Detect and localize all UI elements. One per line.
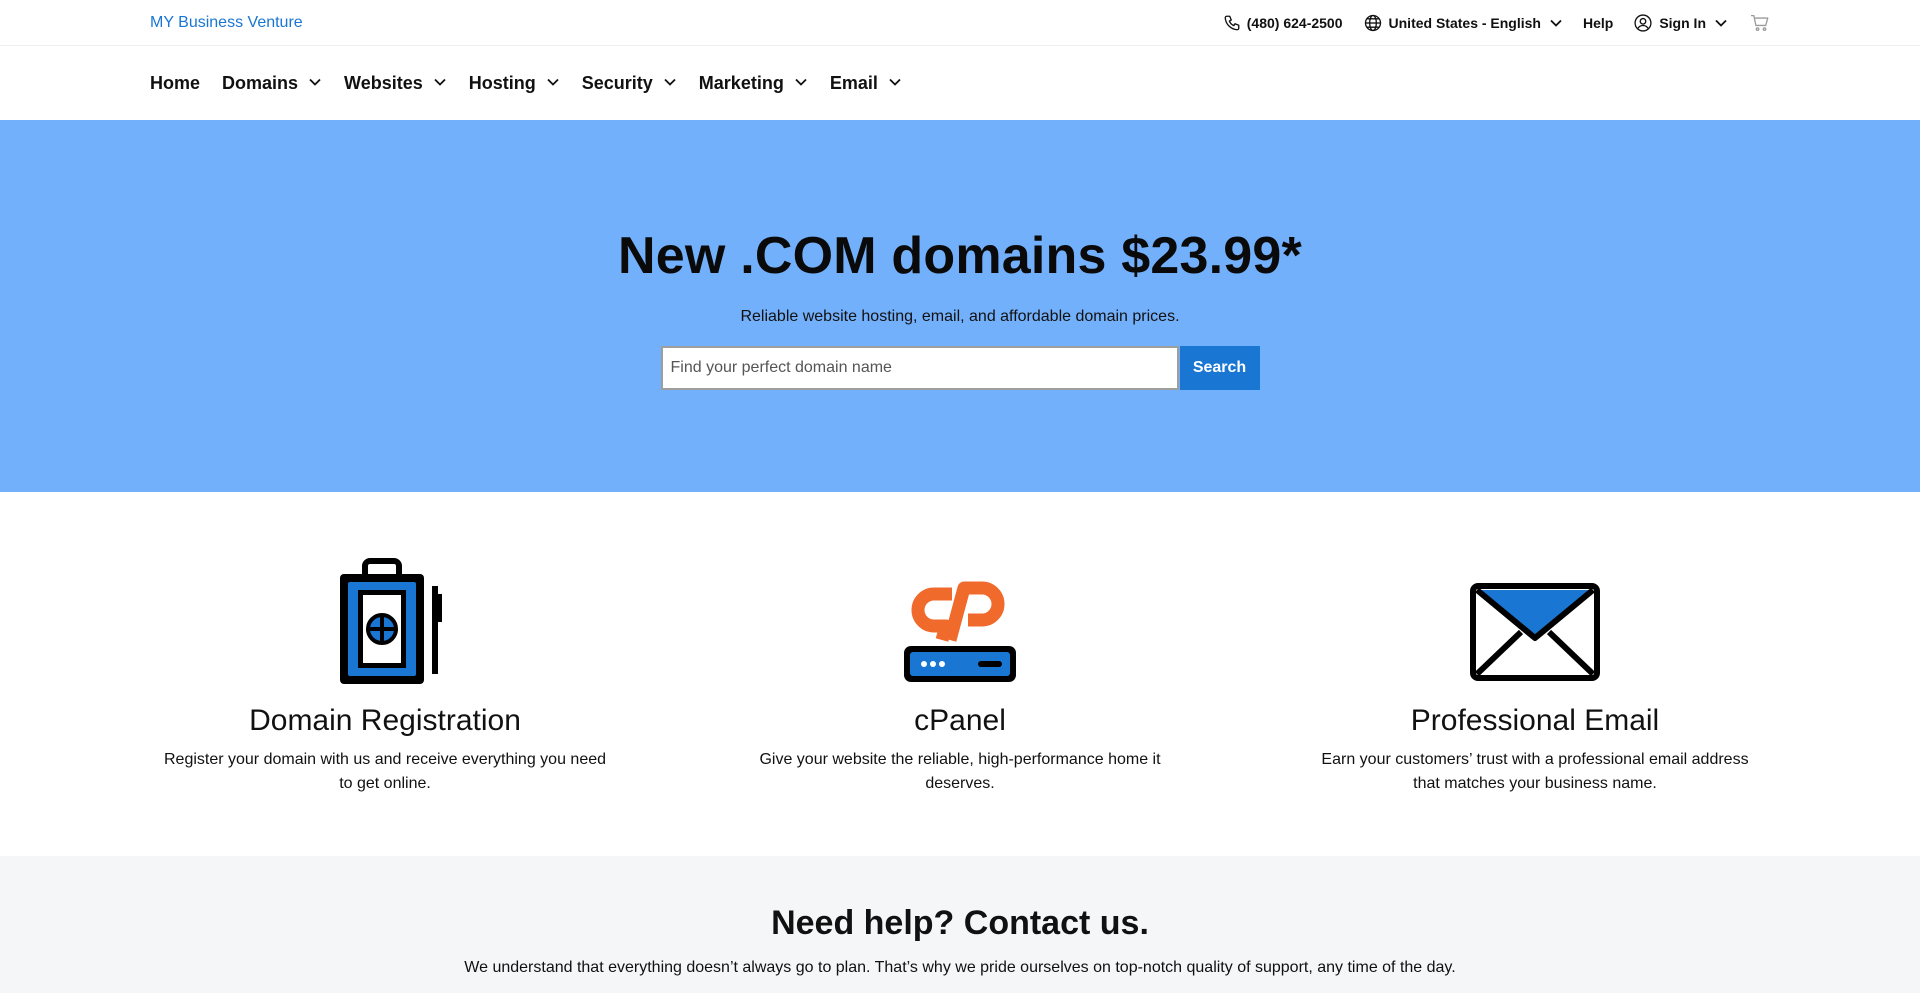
nav-item-label: Hosting <box>468 72 536 93</box>
feature-professional-email: Professional Email Earn your customers’ … <box>1300 492 1770 856</box>
locale-label: United States - English <box>1388 14 1541 31</box>
nav-item-websites[interactable]: Websites <box>344 73 447 94</box>
help-title: Need help? Contact us. <box>771 904 1149 942</box>
domain-search-input[interactable] <box>660 346 1179 390</box>
feature-cpanel: cPanel Give your website the reliable, h… <box>725 492 1195 856</box>
help-section: Need help? Contact us. We understand tha… <box>0 856 1920 993</box>
feature-domain-registration: Domain Registration Register your domain… <box>150 492 620 856</box>
feature-description: Earn your customers’ trust with a profes… <box>1321 751 1749 792</box>
cart-icon <box>1750 14 1770 32</box>
feature-title: cPanel <box>914 704 1006 737</box>
feature-description: Give your website the reliable, high-per… <box>759 751 1161 792</box>
cart-button[interactable] <box>1750 14 1770 32</box>
nav-item-label: Websites <box>344 72 423 93</box>
help-link[interactable]: Help <box>1583 15 1613 31</box>
brand-logo-link[interactable]: MY Business Venture <box>150 14 303 32</box>
main-nav: Home Domains Websites Hosting Security M… <box>0 46 1920 120</box>
utility-bar: MY Business Venture (480) 624-2500 Unite… <box>0 0 1920 46</box>
sign-in-label: Sign In <box>1659 14 1706 31</box>
nav-item-label: Home <box>150 72 201 93</box>
hero-subtitle: Reliable website hosting, email, and aff… <box>740 308 1180 325</box>
nav-item-marketing[interactable]: Marketing <box>699 73 808 94</box>
help-text: We understand that everything doesn’t al… <box>464 959 1456 976</box>
phone-number: (480) 624-2500 <box>1246 14 1343 31</box>
globe-icon <box>1363 13 1383 33</box>
feature-description: Register your domain with us and receive… <box>163 751 607 792</box>
domain-search-form: Search <box>660 346 1260 390</box>
nav-item-email[interactable]: Email <box>830 73 902 94</box>
nav-item-hosting[interactable]: Hosting <box>469 73 560 94</box>
cpanel-icon <box>900 556 1020 686</box>
chevron-down-icon <box>308 73 322 94</box>
utility-links: (480) 624-2500 United States - English H… <box>1203 13 1770 33</box>
chevron-down-icon <box>888 73 902 94</box>
phone-link[interactable]: (480) 624-2500 <box>1223 14 1343 32</box>
email-envelope-icon <box>1469 556 1601 686</box>
nav-item-label: Marketing <box>698 72 784 93</box>
chevron-down-icon <box>1714 16 1728 30</box>
chevron-down-icon <box>1549 16 1563 30</box>
nav-item-domains[interactable]: Domains <box>222 73 322 94</box>
nav-item-security[interactable]: Security <box>582 73 677 94</box>
hero-banner: New .COM domains $23.99* Reliable websit… <box>0 120 1920 492</box>
chevron-down-icon <box>546 73 560 94</box>
chevron-down-icon <box>433 73 447 94</box>
phone-icon <box>1223 14 1241 32</box>
feature-title: Domain Registration <box>249 704 521 737</box>
feature-title: Professional Email <box>1410 704 1660 737</box>
hero-title: New .COM domains $23.99* <box>618 227 1302 285</box>
help-label: Help <box>1582 14 1614 31</box>
search-button[interactable]: Search <box>1179 346 1260 390</box>
locale-selector[interactable]: United States - English <box>1363 13 1563 33</box>
user-account-icon <box>1633 13 1653 33</box>
features-section: Domain Registration Register your domain… <box>0 492 1920 856</box>
nav-item-label: Email <box>829 72 878 93</box>
nav-item-label: Security <box>581 72 653 93</box>
chevron-down-icon <box>663 73 677 94</box>
sign-in-menu[interactable]: Sign In <box>1633 13 1728 33</box>
domain-registration-icon <box>320 556 450 686</box>
nav-item-home[interactable]: Home <box>150 73 200 94</box>
nav-item-label: Domains <box>222 72 299 93</box>
chevron-down-icon <box>794 73 808 94</box>
